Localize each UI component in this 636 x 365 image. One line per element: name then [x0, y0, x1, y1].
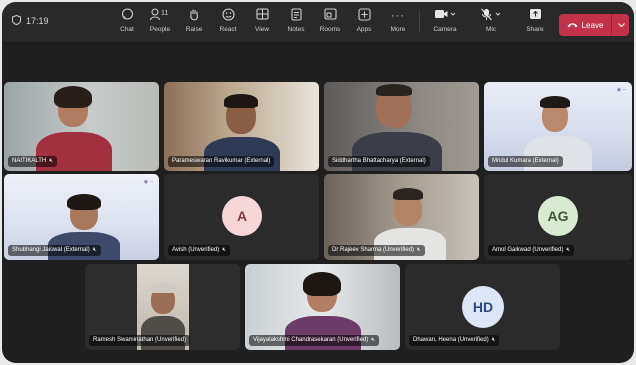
react-icon	[211, 8, 245, 25]
leave-button[interactable]: Leave	[559, 14, 611, 36]
mic-muted-icon: 🔇︎	[491, 337, 496, 343]
participant-name-tag: Dhawan, Heena (Unverified) 🔇︎	[409, 335, 500, 346]
meeting-window: 17:19 Chat 11 People Raise React View No…	[2, 2, 634, 363]
leave-label: Leave	[581, 20, 604, 30]
rooms-button[interactable]: Rooms	[313, 8, 347, 38]
apps-button[interactable]: Apps	[347, 8, 381, 38]
more-button[interactable]: ··· More	[381, 8, 415, 38]
mic-muted-icon: 🔇︎	[566, 247, 571, 253]
people-button[interactable]: 11 People	[143, 8, 177, 38]
notes-button[interactable]: Notes	[279, 8, 313, 38]
participant-name-tag: Siddhartha Bhattacharya (External)	[328, 156, 430, 167]
leave-button-group: Leave	[559, 14, 629, 36]
avatar: AG	[538, 196, 578, 236]
participant-tile[interactable]: AG Amol Gaikwad (Unverified) 🔇︎	[484, 174, 632, 260]
shield-icon	[12, 14, 21, 27]
avatar: A	[222, 196, 262, 236]
timer-text: 17:19	[26, 16, 49, 26]
people-icon: 11	[143, 8, 177, 25]
mic-muted-icon: 🔇︎	[371, 337, 376, 343]
participant-name-tag: Dr Rajeev Sharma (Unverified) 🔇︎	[328, 245, 425, 256]
participant-tile-speaking[interactable]: Siddhartha Bhattacharya (External)	[324, 82, 479, 171]
chevron-down-icon	[617, 21, 625, 30]
participant-name-tag: Amol Gaikwad (Unverified) 🔇︎	[488, 245, 575, 256]
more-icon: ···	[391, 10, 405, 22]
raise-hand-icon	[177, 8, 211, 25]
mic-off-icon	[471, 8, 511, 25]
people-count: 11	[161, 10, 168, 17]
mic-muted-icon: 🔇︎	[92, 247, 97, 253]
chat-icon	[110, 8, 144, 25]
rooms-icon	[313, 8, 347, 25]
participant-name-tag: Mridul Kumara (External)	[488, 156, 563, 167]
mic-muted-icon: 🔇︎	[417, 247, 421, 253]
avatar: HD	[462, 286, 504, 328]
participant-tile[interactable]: A Avish (Unverified) 🔇︎	[164, 174, 319, 260]
participant-tile[interactable]: Ramesh Swaminathan (Unverified)	[85, 264, 240, 350]
phone-hangup-icon	[567, 21, 578, 30]
camera-icon	[425, 8, 465, 25]
participant-tile[interactable]: Vijayalakshmi Chandrasekaran (Unverified…	[245, 264, 400, 350]
mic-button[interactable]: Mic	[471, 8, 511, 38]
meeting-timer: 17:19	[12, 14, 49, 27]
camera-button[interactable]: Camera	[425, 8, 465, 38]
leave-options-button[interactable]	[611, 14, 630, 36]
participant-name-tag: Ramesh Swaminathan (Unverified)	[89, 335, 191, 346]
participant-tile[interactable]: HD Dhawan, Heena (Unverified) 🔇︎	[405, 264, 560, 350]
mic-muted-icon: 🔇︎	[222, 247, 227, 253]
participant-tile[interactable]: Dr Rajeev Sharma (Unverified) 🔇︎	[324, 174, 479, 260]
participant-tile[interactable]: ◉ ─ Shubhangi Jaiswal (External) 🔇︎	[4, 174, 159, 260]
chat-button[interactable]: Chat	[110, 8, 144, 38]
share-button[interactable]: Share	[518, 8, 552, 38]
participant-tile[interactable]: Parameswaran Ravikumar (External)	[164, 82, 319, 171]
company-logo-icon: ◉ ─	[616, 87, 626, 93]
toolbar-divider	[419, 11, 420, 33]
participant-name-tag: Avish (Unverified) 🔇︎	[168, 245, 231, 256]
participant-name-tag: Shubhangi Jaiswal (External) 🔇︎	[8, 245, 101, 256]
participant-name-tag: NAITIKALTH 🔇︎	[8, 156, 58, 167]
participant-name-tag: Parameswaran Ravikumar (External)	[168, 156, 275, 167]
view-icon	[245, 8, 279, 25]
raise-hand-button[interactable]: Raise	[177, 8, 211, 38]
company-logo-icon: ◉ ─	[143, 179, 153, 185]
apps-icon	[347, 8, 381, 25]
react-button[interactable]: React	[211, 8, 245, 38]
view-button[interactable]: View	[245, 8, 279, 38]
participant-tile[interactable]: ◉ ─ Mridul Kumara (External)	[484, 82, 632, 171]
participant-tile[interactable]: NAITIKALTH 🔇︎	[4, 82, 159, 171]
participant-name-tag: Vijayalakshmi Chandrasekaran (Unverified…	[249, 335, 380, 346]
notes-icon	[279, 8, 313, 25]
mic-muted-icon: 🔇︎	[49, 158, 54, 164]
meeting-toolbar: 17:19 Chat 11 People Raise React View No…	[2, 2, 634, 43]
share-icon	[518, 8, 552, 25]
